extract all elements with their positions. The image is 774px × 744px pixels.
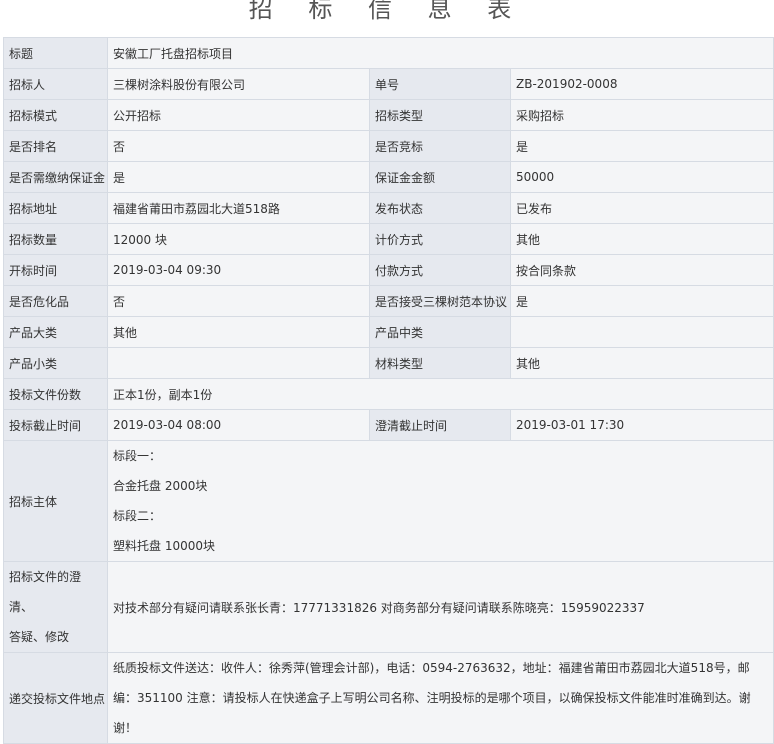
value-bidding: 是 [510,130,774,162]
table-row: 是否需缴纳保证金 是 保证金金额 50000 [3,161,774,193]
tender-info-table: 标题 安徽工厂托盘招标项目 招标人 三棵树涂料股份有限公司 单号 ZB-2019… [3,37,774,744]
label-ranked: 是否排名 [3,130,108,162]
value-category-major: 其他 [107,316,370,348]
value-category-mid [510,316,774,348]
value-accept-template: 是 [510,285,774,317]
table-row: 标题 安徽工厂托盘招标项目 [3,37,774,69]
label-material-type: 材料类型 [369,347,511,379]
value-open-time: 2019-03-04 09:30 [107,254,370,286]
label-tenderer: 招标人 [3,68,108,100]
label-address: 招标地址 [3,192,108,224]
value-mode: 公开招标 [107,99,370,131]
label-clarification-line: 招标文件的澄清、 [9,570,82,614]
table-row: 招标人 三棵树涂料股份有限公司 单号 ZB-201902-0008 [3,68,774,100]
table-row: 招标模式 公开招标 招标类型 采购招标 [3,99,774,131]
label-bidding: 是否竞标 [369,130,511,162]
table-row: 投标截止时间 2019-03-04 08:00 澄清截止时间 2019-03-0… [3,409,774,441]
label-mode: 招标模式 [3,99,108,131]
label-hazardous: 是否危化品 [3,285,108,317]
label-category-minor: 产品小类 [3,347,108,379]
label-clarification-line: 答疑、修改 [9,630,70,644]
value-ranked: 否 [107,130,370,162]
label-clarification: 招标文件的澄清、 答疑、修改 [3,561,108,653]
label-deposit-amount: 保证金金额 [369,161,511,193]
label-category-major: 产品大类 [3,316,108,348]
value-title: 安徽工厂托盘招标项目 [107,37,774,69]
value-status: 已发布 [510,192,774,224]
table-row: 招标文件的澄清、 答疑、修改 对技术部分有疑问请联系张长青：1777133182… [3,561,774,653]
table-row: 招标数量 12000 块 计价方式 其他 [3,223,774,255]
label-category-mid: 产品中类 [369,316,511,348]
label-order-no: 单号 [369,68,511,100]
label-status: 发布状态 [369,192,511,224]
table-row: 是否排名 否 是否竞标 是 [3,130,774,162]
table-row: 招标地址 福建省莆田市荔园北大道518路 发布状态 已发布 [3,192,774,224]
value-hazardous: 否 [107,285,370,317]
value-pricing: 其他 [510,223,774,255]
value-type: 采购招标 [510,99,774,131]
label-accept-template: 是否接受三棵树范本协议 [369,285,511,317]
label-title: 标题 [3,37,108,69]
label-payment: 付款方式 [369,254,511,286]
label-delivery: 递交投标文件地点 [3,652,108,744]
value-order-no: ZB-201902-0008 [510,68,774,100]
label-deadline: 投标截止时间 [3,409,108,441]
label-pricing: 计价方式 [369,223,511,255]
value-deadline: 2019-03-04 08:00 [107,409,370,441]
label-copies: 投标文件份数 [3,378,108,410]
value-deposit-required: 是 [107,161,370,193]
value-address: 福建省莆田市荔园北大道518路 [107,192,370,224]
value-deposit-amount: 50000 [510,161,774,193]
value-delivery: 纸质投标文件送达：收件人：徐秀萍(管理会计部)，电话：0594-2763632，… [107,652,774,744]
value-material-type: 其他 [510,347,774,379]
table-row: 招标主体 标段一： 合金托盘 2000块 标段二： 塑料托盘 10000块 [3,440,774,562]
table-row: 开标时间 2019-03-04 09:30 付款方式 按合同条款 [3,254,774,286]
value-quantity: 12000 块 [107,223,370,255]
value-copies: 正本1份，副本1份 [107,378,774,410]
value-payment: 按合同条款 [510,254,774,286]
subject-line: 标段二： [113,509,162,523]
label-clarify-deadline: 澄清截止时间 [369,409,511,441]
table-row: 投标文件份数 正本1份，副本1份 [3,378,774,410]
label-subject: 招标主体 [3,440,108,562]
table-row: 产品小类 材料类型 其他 [3,347,774,379]
table-row: 递交投标文件地点 纸质投标文件送达：收件人：徐秀萍(管理会计部)，电话：0594… [3,652,774,744]
page-title: 招 标 信 息 表 [248,0,526,23]
table-row: 是否危化品 否 是否接受三棵树范本协议 是 [3,285,774,317]
label-open-time: 开标时间 [3,254,108,286]
value-tenderer: 三棵树涂料股份有限公司 [107,68,370,100]
label-deposit-required: 是否需缴纳保证金 [3,161,108,193]
value-clarification: 对技术部分有疑问请联系张长青：17771331826 对商务部分有疑问请联系陈晓… [107,561,774,653]
label-quantity: 招标数量 [3,223,108,255]
table-row: 产品大类 其他 产品中类 [3,316,774,348]
value-category-minor [107,347,370,379]
value-clarify-deadline: 2019-03-01 17:30 [510,409,774,441]
subject-line: 标段一： [113,449,162,463]
subject-line: 合金托盘 2000块 [113,479,208,493]
label-type: 招标类型 [369,99,511,131]
value-subject: 标段一： 合金托盘 2000块 标段二： 塑料托盘 10000块 [107,440,774,562]
subject-line: 塑料托盘 10000块 [113,539,215,553]
